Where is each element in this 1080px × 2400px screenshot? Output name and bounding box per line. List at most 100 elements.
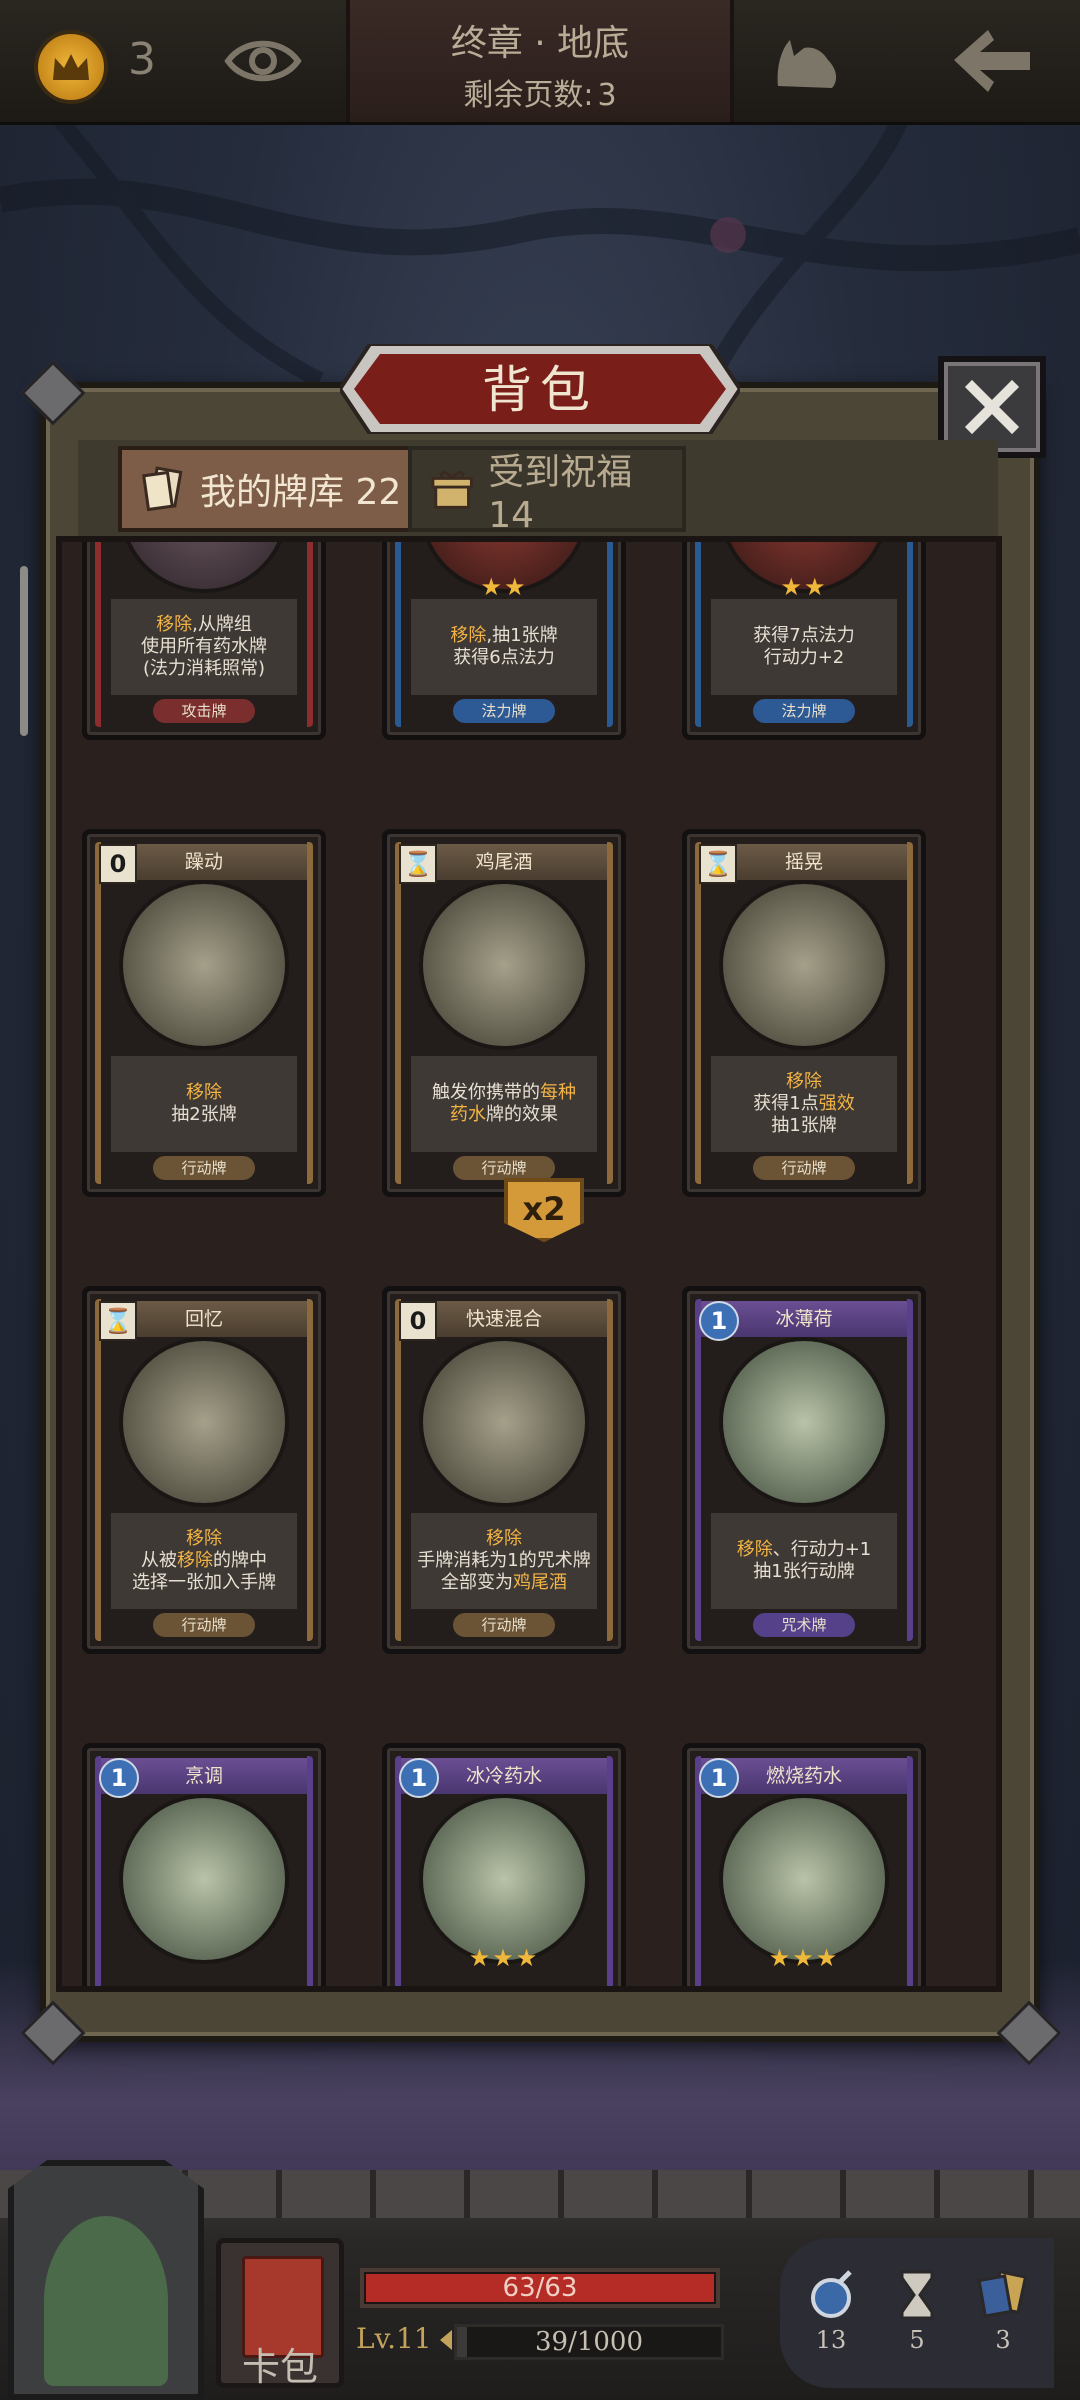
panel-title: 背包 [482, 361, 598, 419]
card-art [719, 1337, 889, 1507]
crown-button[interactable] [34, 30, 108, 104]
card-cost: 1 [699, 1301, 739, 1341]
card-cost: ⌛ [99, 1301, 137, 1341]
card-description-line: 获得6点法力 [453, 647, 555, 668]
card-type: 法力牌 [453, 699, 555, 723]
card[interactable]: 燃烧药水 1 ★★★ [682, 1743, 926, 1986]
eye-icon[interactable] [224, 34, 302, 88]
resource-cards[interactable]: 3 [968, 2268, 1038, 2354]
card-description-line: 手牌消耗为1的咒术牌 [417, 1550, 591, 1571]
card-description-line: 移除,抽1张牌 [450, 625, 558, 646]
resource-hourglass[interactable]: 5 [882, 2268, 952, 2354]
card-type: 行动牌 [153, 1156, 255, 1180]
card-type: 行动牌 [453, 1156, 555, 1180]
card-description: 移除 手牌消耗为1的咒术牌 全部变为鸡尾酒 [411, 1513, 597, 1609]
tab-my-deck-label: 我的牌库 22 [200, 472, 402, 513]
crown-icon [53, 54, 89, 80]
card-description: 移除 抽2张牌 [111, 1056, 297, 1152]
card-description-line: 使用所有药水牌 [141, 636, 267, 657]
card-art [419, 1337, 589, 1507]
level-label: Lv.11 [356, 2322, 432, 2355]
card-type: 法力牌 [753, 699, 855, 723]
resource-orb[interactable]: 13 [796, 2268, 866, 2354]
card-description: 移除,抽1张牌 获得6点法力 [411, 599, 597, 695]
card-description-line: 抽1张牌 [771, 1115, 837, 1136]
crown-count: 3 [128, 34, 156, 85]
card[interactable]: 移除,从牌组 使用所有药水牌 (法力消耗照常) 攻击牌 [82, 542, 326, 740]
card-cost: 1 [699, 1758, 739, 1798]
card-cost: ⌛ [399, 844, 437, 884]
card-description-line: 获得1点强效 [753, 1093, 855, 1114]
card-cost: 1 [99, 1758, 139, 1798]
card-type: 行动牌 [453, 1613, 555, 1637]
character-portrait [44, 2216, 168, 2386]
card-art [719, 880, 889, 1050]
card-description: 移除、行动力+1 抽1张行动牌 [711, 1513, 897, 1609]
card[interactable]: 冰薄荷 1 移除、行动力+1 抽1张行动牌 咒术牌 [682, 1286, 926, 1654]
card-description-line: 移除、行动力+1 [736, 1539, 872, 1560]
card[interactable]: 躁动 0 移除 抽2张牌 行动牌 [82, 829, 326, 1197]
card[interactable]: 鸡尾酒 ⌛ 触发你携带的每种 药水牌的效果 行动牌 [382, 829, 626, 1197]
card[interactable]: ★★ 移除,抽1张牌 获得6点法力 法力牌 [382, 542, 626, 740]
card-description-line: 抽1张行动牌 [753, 1561, 855, 1582]
card[interactable]: 冰冷药水 1 ★★★ [382, 1743, 626, 1986]
card-cost: ⌛ [699, 844, 737, 884]
card-description-line: 药水牌的效果 [450, 1104, 558, 1125]
card[interactable]: 烹调 1 [82, 1743, 326, 1986]
card-type: 攻击牌 [153, 699, 255, 723]
card-art [719, 1794, 889, 1964]
card-description-line: 行动力+2 [763, 647, 845, 668]
card-type: 咒术牌 [753, 1613, 855, 1637]
card-art [119, 1794, 289, 1964]
close-icon [964, 379, 1020, 435]
card-description-line: 移除 [486, 1528, 522, 1549]
card-art [119, 880, 289, 1050]
chapter-title: 终章 · 地底 [450, 23, 630, 64]
card[interactable]: 回忆 ⌛ 移除 从被移除的牌中 选择一张加入手牌 行动牌 [82, 1286, 326, 1654]
card-description: 触发你携带的每种 药水牌的效果 [411, 1056, 597, 1152]
card-cost: 0 [399, 1301, 437, 1341]
tabs-bar: 我的牌库 22 受到祝福 14 [78, 440, 998, 540]
card-description: 移除 获得1点强效 抽1张牌 [711, 1056, 897, 1152]
card-art [419, 1794, 589, 1964]
tab-blessings[interactable]: 受到祝福 14 [408, 446, 686, 536]
card-art [119, 1337, 289, 1507]
card-description-line: 全部变为鸡尾酒 [441, 1572, 567, 1593]
resource-hourglass-value: 5 [909, 2326, 925, 2354]
hourglass-icon [900, 2270, 934, 2320]
card-description-line: 获得7点法力 [753, 625, 855, 646]
pages-value: 3 [597, 78, 617, 113]
resource-orb-value: 13 [815, 2326, 847, 2354]
pages-label: 剩余页数: [463, 78, 594, 113]
resource-cards-value: 3 [995, 2326, 1011, 2354]
card-grid[interactable]: 移除,从牌组 使用所有药水牌 (法力消耗照常) 攻击牌 ★★ 移除,抽1张牌 获得6点法力法… [56, 536, 1002, 1992]
card-stars: ★★ [480, 573, 528, 601]
card-type: 行动牌 [153, 1613, 255, 1637]
deck-icon [142, 466, 183, 512]
card-art [419, 880, 589, 1050]
card-description-line: 选择一张加入手牌 [132, 1572, 276, 1593]
card-stars: ★★★ [768, 1944, 840, 1972]
card-description-line: 移除 [786, 1071, 822, 1092]
card-description-line: 移除,从牌组 [156, 614, 252, 635]
card-description: 获得7点法力 行动力+2 [711, 599, 897, 695]
card-type: 行动牌 [753, 1156, 855, 1180]
card[interactable]: ★★ 获得7点法力 行动力+2 法力牌 [682, 542, 926, 740]
card-stars: ★★ [780, 573, 828, 601]
tab-blessings-label: 受到祝福 14 [488, 451, 633, 536]
card-description: 移除 从被移除的牌中 选择一张加入手牌 [111, 1513, 297, 1609]
cat-icon[interactable] [772, 26, 844, 94]
card[interactable]: 摇晃 ⌛ 移除 获得1点强效 抽1张牌 行动牌 [682, 829, 926, 1197]
card-pack-label: 卡包 [241, 2345, 318, 2389]
back-arrow-icon[interactable] [950, 26, 1034, 96]
card-cost: 0 [99, 844, 137, 884]
card[interactable]: 快速混合 0 移除 手牌消耗为1的咒术牌 全部变为鸡尾酒 行动牌 [382, 1286, 626, 1654]
pages-remaining: 剩余页数: 3 [350, 70, 730, 114]
card-stars: ★★★ [468, 1944, 540, 1972]
gift-icon [431, 471, 473, 509]
card-description-line: 抽2张牌 [171, 1104, 237, 1125]
cards-icon [977, 2269, 1028, 2318]
card-description-line: 移除 [186, 1082, 222, 1103]
card-description: 移除,从牌组 使用所有药水牌 (法力消耗照常) [111, 599, 297, 695]
scrollbar[interactable] [20, 566, 28, 736]
